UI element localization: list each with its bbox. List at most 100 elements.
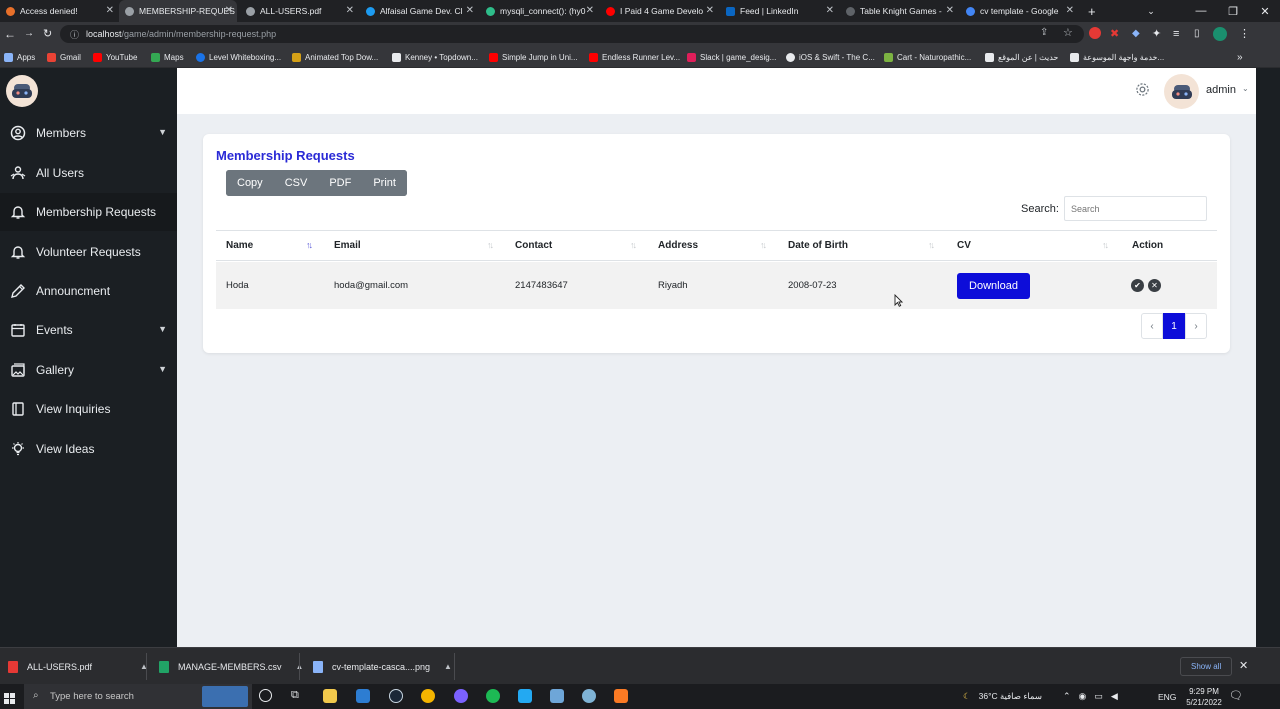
network-icon[interactable]: ▭ [1094, 691, 1103, 702]
windows-start-icon[interactable] [4, 691, 15, 709]
close-icon[interactable]: ✕ [346, 5, 354, 16]
sidebar-item-all-users[interactable]: All Users [0, 154, 177, 192]
download-cv-button[interactable]: Download [957, 273, 1030, 299]
restore-icon[interactable]: ❐ [1216, 0, 1250, 22]
column-header-email[interactable]: Email [334, 240, 361, 251]
copy-button[interactable]: Copy [226, 170, 274, 196]
pagination-prev-button[interactable]: ‹ [1141, 313, 1163, 339]
close-icon[interactable]: ✕ [586, 5, 594, 16]
browser-tab[interactable]: Table Knight Games - ✕ [840, 0, 958, 22]
bookmark-level-whiteboxing[interactable]: Level Whiteboxing... [196, 46, 281, 68]
address-bar[interactable]: ⓘ localhost/game/admin/membership-reques… [60, 25, 1084, 43]
reading-list-icon[interactable]: ≡ [1173, 26, 1179, 42]
close-downloads-icon[interactable]: ✕ [1239, 659, 1248, 672]
column-header-contact[interactable]: Contact [515, 240, 552, 251]
taskbar-search-box[interactable]: ⌕ Type here to search [24, 684, 252, 709]
approve-check-icon[interactable]: ✔ [1131, 279, 1144, 292]
bookmark-youtube[interactable]: YouTube [93, 46, 137, 68]
search-input[interactable] [1064, 196, 1207, 221]
spotify-icon[interactable] [486, 689, 500, 703]
column-header-name[interactable]: Name [226, 240, 253, 251]
close-icon[interactable]: ✕ [225, 5, 233, 16]
extensions-puzzle-icon[interactable]: ✦ [1152, 26, 1161, 42]
sidebar-item-announcment[interactable]: Announcment [0, 272, 177, 310]
settings-gear-icon[interactable] [1135, 82, 1150, 102]
username-label[interactable]: admin [1206, 84, 1236, 96]
window-close-icon[interactable]: ✕ [1248, 0, 1280, 22]
bookmark-star-icon[interactable]: ☆ [1063, 26, 1073, 39]
share-icon[interactable]: ⇪ [1040, 27, 1048, 38]
volume-icon[interactable]: ◀ [1111, 691, 1118, 702]
sidebar-item-membership-requests[interactable]: Membership Requests [0, 193, 177, 231]
close-icon[interactable]: ✕ [826, 5, 834, 16]
microphone-icon[interactable]: ◉ [1079, 691, 1087, 702]
sidebar-item-volunteer-requests[interactable]: Volunteer Requests [0, 233, 177, 271]
browser-tab[interactable]: ALL-USERS.pdf ✕ [240, 0, 358, 22]
download-item[interactable]: MANAGE-MEMBERS.csv ▲ [159, 648, 303, 685]
bookmark-animated-top-down[interactable]: Animated Top Dow... [292, 46, 378, 68]
sort-icon[interactable]: ↑↓ [630, 240, 637, 250]
bookmark-apps[interactable]: Apps [4, 46, 35, 68]
bookmark-ios-swift[interactable]: iOS & Swift - The C... [786, 46, 875, 68]
column-header-address[interactable]: Address [658, 240, 698, 251]
download-item[interactable]: ALL-USERS.pdf ▲ [8, 648, 148, 685]
more-bookmarks-icon[interactable]: » [1237, 46, 1243, 68]
close-icon[interactable]: ✕ [466, 5, 474, 16]
sidebar-item-events[interactable]: Events ▼ [0, 311, 177, 349]
info-icon[interactable]: ⓘ [70, 28, 79, 41]
sort-asc-icon[interactable]: ↑↓ [306, 240, 313, 250]
column-header-dob[interactable]: Date of Birth [788, 240, 848, 251]
pagination-page-1[interactable]: 1 [1163, 313, 1185, 339]
tab-search-icon[interactable]: ⌄ [1134, 0, 1168, 22]
chevron-up-icon[interactable]: ▲ [444, 662, 452, 671]
bookmark-arabic-2[interactable]: خدمة واجهة الموسوعة... [1070, 46, 1164, 68]
cortana-icon[interactable] [259, 689, 272, 702]
bookmark-arabic-1[interactable]: حديث | عن الموقع [985, 46, 1058, 68]
browser-tab[interactable]: I Paid 4 Game Develo ✕ [600, 0, 718, 22]
system-tray-icons[interactable]: ⌃ ◉ ▭ ◀ [1063, 684, 1126, 709]
bookmark-kenney[interactable]: Kenney • Topdown... [392, 46, 478, 68]
show-all-downloads-button[interactable]: Show all [1180, 657, 1233, 676]
browser-tab-active[interactable]: MEMBERSHIP-REQUES ✕ [119, 0, 237, 22]
back-arrow-icon[interactable]: ← [4, 26, 16, 42]
bookmark-simple-jump[interactable]: Simple Jump in Uni... [489, 46, 578, 68]
bookmark-maps[interactable]: Maps [151, 46, 184, 68]
language-indicator[interactable]: ENG [1158, 684, 1176, 709]
extension-x-icon[interactable]: ✖ [1110, 26, 1119, 42]
sidebar-item-gallery[interactable]: Gallery ▼ [0, 351, 177, 389]
sort-icon[interactable]: ↑↓ [928, 240, 935, 250]
task-view-icon[interactable]: ⧉ [291, 689, 299, 702]
sidebar-item-view-inquiries[interactable]: View Inquiries [0, 390, 177, 428]
close-icon[interactable]: ✕ [1066, 5, 1074, 16]
sort-icon[interactable]: ↑↓ [487, 240, 494, 250]
print-button[interactable]: Print [362, 170, 407, 196]
profile-avatar-icon[interactable] [1213, 27, 1227, 41]
minimize-icon[interactable]: — [1184, 0, 1218, 22]
sort-icon[interactable]: ↑↓ [760, 240, 767, 250]
extension-red-icon[interactable] [1089, 27, 1101, 39]
chevron-down-icon[interactable]: ⌄ [1242, 84, 1249, 93]
notifications-icon[interactable]: 🗨 [1229, 689, 1243, 702]
weather-widget[interactable]: ☾ 36°C سماء صافية [963, 684, 1042, 709]
pagination-next-button[interactable]: › [1185, 313, 1207, 339]
browser-tab[interactable]: Feed | LinkedIn ✕ [720, 0, 838, 22]
reject-x-icon[interactable]: ✕ [1148, 279, 1161, 292]
close-icon[interactable]: ✕ [106, 5, 114, 16]
side-panel-icon[interactable]: ▯ [1194, 26, 1200, 42]
new-tab-button[interactable]: + [1082, 0, 1104, 22]
forward-arrow-icon[interactable]: → [24, 26, 34, 42]
sidebar-item-view-ideas[interactable]: View Ideas [0, 430, 177, 468]
xampp-icon[interactable] [614, 689, 628, 703]
discord-icon[interactable] [454, 689, 468, 703]
browser-tab[interactable]: cv template - Google ✕ [960, 0, 1078, 22]
mail-icon[interactable] [356, 689, 370, 703]
app-icon[interactable] [550, 689, 564, 703]
file-explorer-icon[interactable] [323, 689, 337, 703]
vscode-icon[interactable] [518, 689, 532, 703]
browser-tab[interactable]: Access denied! ✕ [0, 0, 118, 22]
extension-blue-icon[interactable]: ◆ [1132, 26, 1140, 42]
pdf-button[interactable]: PDF [318, 170, 363, 196]
chrome-icon[interactable] [421, 689, 435, 703]
steam-icon[interactable] [389, 689, 403, 703]
sidebar-item-members[interactable]: Members ▼ [0, 114, 177, 152]
